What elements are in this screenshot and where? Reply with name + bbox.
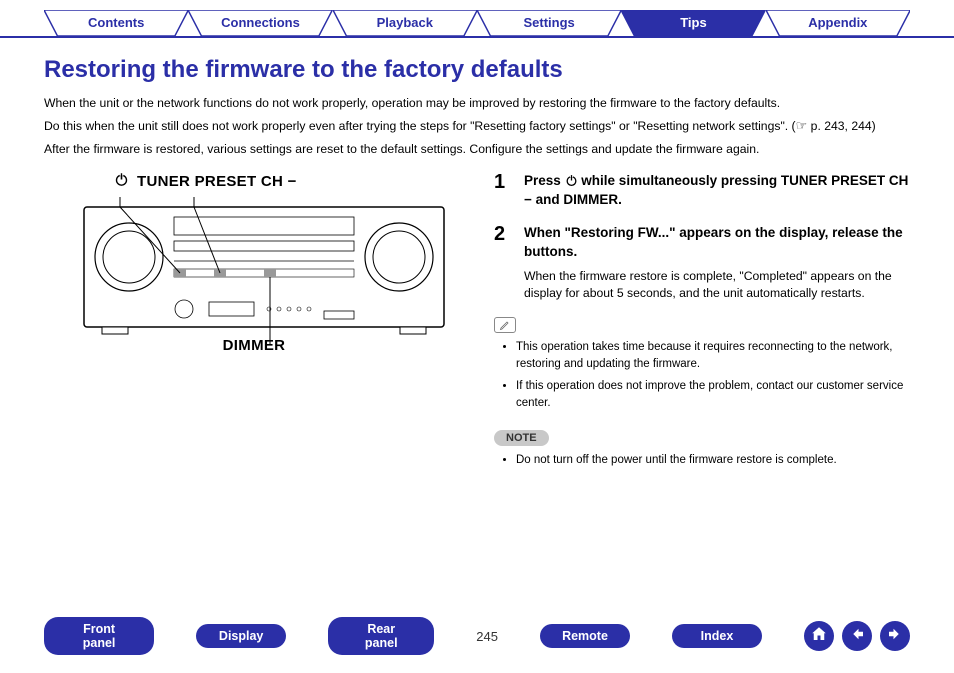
tab-playback[interactable]: Playback [333,10,477,36]
rear-panel-button[interactable]: Rear panel [328,617,434,655]
tips-list: This operation takes time because it req… [494,339,910,412]
device-diagram [74,197,454,327]
page-number: 245 [476,629,498,644]
intro-p2: Do this when the unit still does not wor… [44,116,910,136]
tab-tips[interactable]: Tips [621,10,765,36]
note-item: Do not turn off the power until the firm… [516,452,910,469]
step-2-desc: When the firmware restore is complete, "… [524,268,910,303]
diagram-column: TUNER PRESET CH − [44,172,464,473]
intro-p1: When the unit or the network functions d… [44,94,910,112]
prev-page-button[interactable] [842,621,872,651]
step-number: 1 [494,172,510,210]
intro-p3: After the firmware is restored, various … [44,140,910,158]
step-number: 2 [494,224,510,303]
note-badge: NOTE [494,430,549,446]
index-button[interactable]: Index [672,624,762,648]
tip-item: This operation takes time because it req… [516,339,910,374]
step-2: 2 When "Restoring FW..." appears on the … [494,224,910,303]
tab-label: Contents [88,15,144,30]
intro-text: When the unit or the network functions d… [0,90,954,158]
tab-contents[interactable]: Contents [44,10,188,36]
front-panel-button[interactable]: Front panel [44,617,154,655]
page-ref-icon: ☞ [796,118,808,133]
home-icon [810,625,828,648]
step-1-title: Press while simultaneously pressing TUNE… [524,172,910,210]
tab-label: Appendix [808,15,867,30]
tab-settings[interactable]: Settings [477,10,621,36]
instructions-column: 1 Press while simultaneously pressing TU… [494,172,910,473]
top-nav: Contents Connections Playback Settings T… [0,0,954,38]
next-page-button[interactable] [880,621,910,651]
tab-label: Playback [377,15,433,30]
tab-label: Tips [680,15,707,30]
remote-button[interactable]: Remote [540,624,630,648]
notes-list: Do not turn off the power until the firm… [494,452,910,469]
tab-label: Connections [221,15,300,30]
bottom-nav: Front panel Display Rear panel 245 Remot… [0,617,954,655]
tab-connections[interactable]: Connections [188,10,332,36]
step-1: 1 Press while simultaneously pressing TU… [494,172,910,210]
diagram-label-top: TUNER PRESET CH − [137,173,297,190]
arrow-right-icon [886,625,904,648]
arrow-left-icon [848,625,866,648]
tab-appendix[interactable]: Appendix [766,10,910,36]
pencil-icon [494,317,516,333]
home-button[interactable] [804,621,834,651]
display-button[interactable]: Display [196,624,286,648]
step-2-title: When "Restoring FW..." appears on the di… [524,224,910,262]
page-title: Restoring the firmware to the factory de… [0,38,954,90]
power-icon [114,172,129,191]
tip-item: If this operation does not improve the p… [516,378,910,413]
power-icon [565,172,578,191]
tab-label: Settings [524,15,575,30]
